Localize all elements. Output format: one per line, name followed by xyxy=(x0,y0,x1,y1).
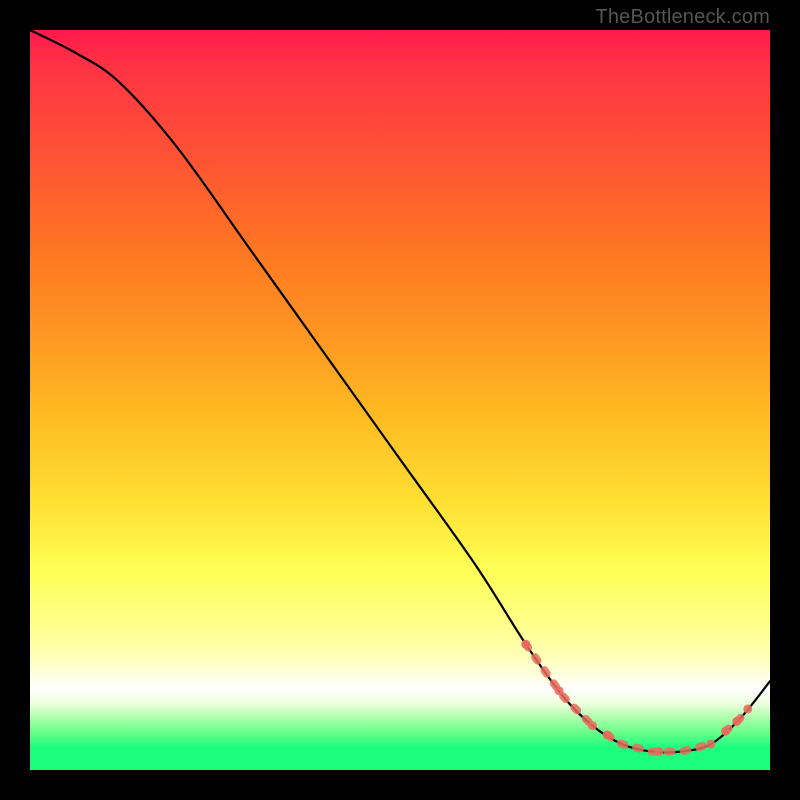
chart-frame: TheBottleneck.com xyxy=(0,0,800,800)
highlight-dot xyxy=(732,717,741,726)
plot-area xyxy=(30,30,770,770)
highlight-dot xyxy=(655,747,664,756)
highlight-dot xyxy=(706,740,715,749)
main-curve xyxy=(30,30,770,752)
highlight-dot xyxy=(521,640,530,649)
watermark-text: TheBottleneck.com xyxy=(595,6,770,29)
highlight-dot xyxy=(588,721,597,730)
highlight-segment xyxy=(526,644,593,725)
highlight-dot xyxy=(743,704,752,713)
highlight-dot xyxy=(603,730,612,739)
highlight-dot xyxy=(721,727,730,736)
highlight-dot xyxy=(555,686,564,695)
curve-svg xyxy=(30,30,770,770)
